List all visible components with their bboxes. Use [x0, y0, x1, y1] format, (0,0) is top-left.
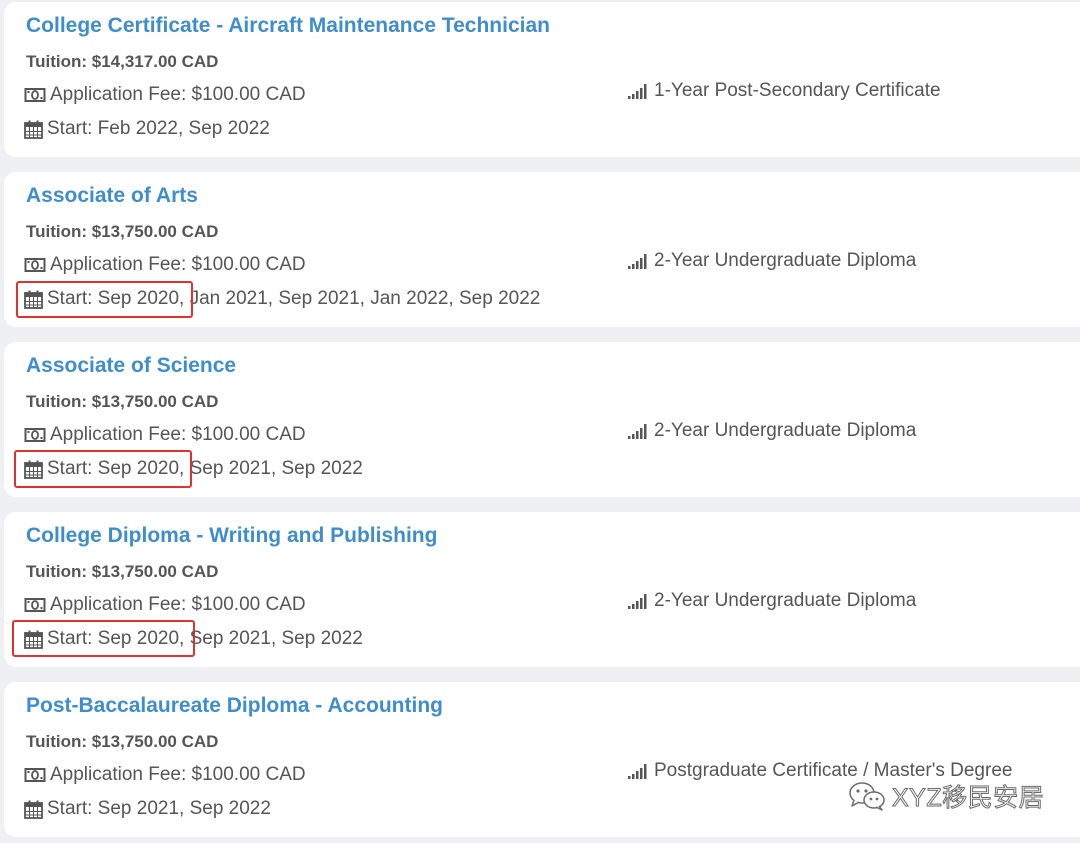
- tuition-text: Tuition: $13,750.00 CAD: [26, 392, 219, 411]
- application-fee-row: Application Fee: $100.00 CAD: [24, 84, 306, 106]
- program-title-link[interactable]: Associate of Arts: [26, 184, 198, 208]
- program-level-row: 2-Year Undergraduate Diploma: [628, 590, 916, 612]
- calendar-icon: [24, 800, 43, 819]
- money-bill-icon: [24, 87, 46, 103]
- application-fee-text: Application Fee: $100.00 CAD: [50, 594, 306, 615]
- application-fee-row: Application Fee: $100.00 CAD: [24, 254, 306, 276]
- application-fee-text: Application Fee: $100.00 CAD: [50, 424, 306, 445]
- application-fee-row: Application Fee: $100.00 CAD: [24, 424, 306, 446]
- start-date-highlight-box: [12, 620, 195, 657]
- program-level-row: 2-Year Undergraduate Diploma: [628, 420, 916, 442]
- program-title-link[interactable]: Associate of Science: [26, 354, 236, 378]
- tuition-text: Tuition: $13,750.00 CAD: [26, 732, 219, 751]
- start-date-highlight-box: [16, 281, 193, 318]
- tuition-text: Tuition: $14,317.00 CAD: [26, 52, 219, 71]
- program-title-link[interactable]: College Certificate - Aircraft Maintenan…: [26, 14, 550, 38]
- program-title-link[interactable]: Post-Baccalaureate Diploma - Accounting: [26, 694, 443, 718]
- program-level-text: 2-Year Undergraduate Diploma: [654, 420, 917, 441]
- start-dates-row: Start: Sep 2021, Sep 2022: [24, 798, 271, 820]
- money-bill-icon: [24, 427, 46, 443]
- signal-bars-icon: [628, 253, 648, 269]
- signal-bars-icon: [628, 83, 648, 99]
- application-fee-text: Application Fee: $100.00 CAD: [50, 84, 306, 105]
- tuition-text: Tuition: $13,750.00 CAD: [26, 222, 219, 241]
- application-fee-text: Application Fee: $100.00 CAD: [50, 254, 306, 275]
- calendar-icon: [24, 120, 43, 139]
- application-fee-row: Application Fee: $100.00 CAD: [24, 764, 306, 786]
- watermark: XYZ移民安居: [848, 778, 1044, 814]
- signal-bars-icon: [628, 593, 648, 609]
- signal-bars-icon: [628, 423, 648, 439]
- wechat-icon: [848, 781, 886, 811]
- start-dates-row: Start: Feb 2022, Sep 2022: [24, 118, 270, 140]
- start-date-highlight-box: [14, 450, 192, 488]
- start-dates-text: Start: Sep 2021, Sep 2022: [47, 798, 271, 819]
- money-bill-icon: [24, 597, 46, 613]
- program-card: Associate of Science Tuition: $13,750.00…: [4, 342, 1080, 497]
- watermark-text: XYZ移民安居: [891, 784, 1045, 813]
- program-level-text: 2-Year Undergraduate Diploma: [654, 590, 917, 611]
- program-level-row: 1-Year Post-Secondary Certificate: [628, 80, 941, 102]
- program-card: College Certificate - Aircraft Maintenan…: [4, 2, 1080, 157]
- application-fee-row: Application Fee: $100.00 CAD: [24, 594, 306, 616]
- program-card: Associate of Arts Tuition: $13,750.00 CA…: [4, 172, 1080, 327]
- program-title-link[interactable]: College Diploma - Writing and Publishing: [26, 524, 437, 548]
- program-level-text: 1-Year Post-Secondary Certificate: [654, 80, 941, 101]
- program-card: College Diploma - Writing and Publishing…: [4, 512, 1080, 667]
- program-level-text: 2-Year Undergraduate Diploma: [654, 250, 917, 271]
- signal-bars-icon: [628, 763, 648, 779]
- start-dates-text: Start: Feb 2022, Sep 2022: [47, 118, 270, 139]
- money-bill-icon: [24, 257, 46, 273]
- application-fee-text: Application Fee: $100.00 CAD: [50, 764, 306, 785]
- tuition-text: Tuition: $13,750.00 CAD: [26, 562, 219, 581]
- money-bill-icon: [24, 767, 46, 783]
- program-level-row: 2-Year Undergraduate Diploma: [628, 250, 916, 272]
